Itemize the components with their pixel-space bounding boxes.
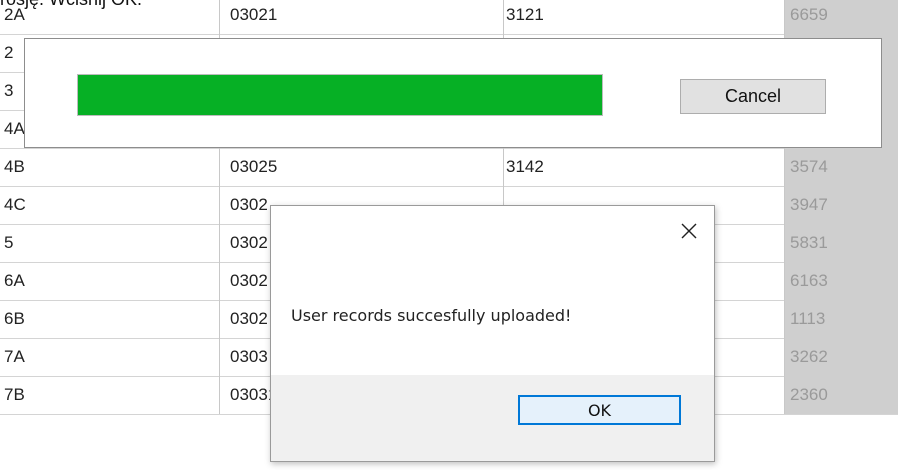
cell-value[interactable]: 5831 <box>785 224 898 262</box>
table-row[interactable]: 2A 03021 3121 6659 <box>0 0 898 35</box>
message-box-footer: OK <box>271 375 714 461</box>
table-row[interactable]: 4B 03025 3142 3574 <box>0 148 898 187</box>
cell-room[interactable]: 4B <box>0 148 220 186</box>
progress-bar-fill <box>78 75 602 115</box>
progress-dialog: Cancel <box>24 38 882 148</box>
cell-room[interactable]: 2A <box>0 0 220 34</box>
progress-bar <box>77 74 603 116</box>
cell-value[interactable]: 3574 <box>785 148 898 186</box>
cell-room[interactable]: 6A <box>0 262 220 300</box>
cell-value[interactable]: 6659 <box>785 0 898 34</box>
cell-number[interactable]: 3142 <box>504 148 785 186</box>
cell-value[interactable]: 1113 <box>785 300 898 338</box>
cell-value[interactable]: 3947 <box>785 186 898 224</box>
cell-value[interactable]: 6163 <box>785 262 898 300</box>
cell-room[interactable]: 7B <box>0 376 220 414</box>
cancel-button[interactable]: Cancel <box>680 79 826 114</box>
message-box: User records succesfully uploaded! OK <box>270 205 715 462</box>
cell-room[interactable]: 5 <box>0 224 220 262</box>
cell-value[interactable]: 2360 <box>785 376 898 414</box>
close-icon[interactable] <box>674 216 704 246</box>
ok-button[interactable]: OK <box>518 395 681 425</box>
cell-code[interactable]: 03025 <box>220 148 504 186</box>
cell-value[interactable]: 3262 <box>785 338 898 376</box>
cell-room[interactable]: 6B <box>0 300 220 338</box>
cell-room[interactable]: 4C <box>0 186 220 224</box>
message-text: User records succesfully uploaded! <box>291 306 572 325</box>
cell-number[interactable]: 3121 <box>504 0 785 34</box>
cell-code[interactable]: 03021 <box>220 0 504 34</box>
cell-room[interactable]: 7A <box>0 338 220 376</box>
